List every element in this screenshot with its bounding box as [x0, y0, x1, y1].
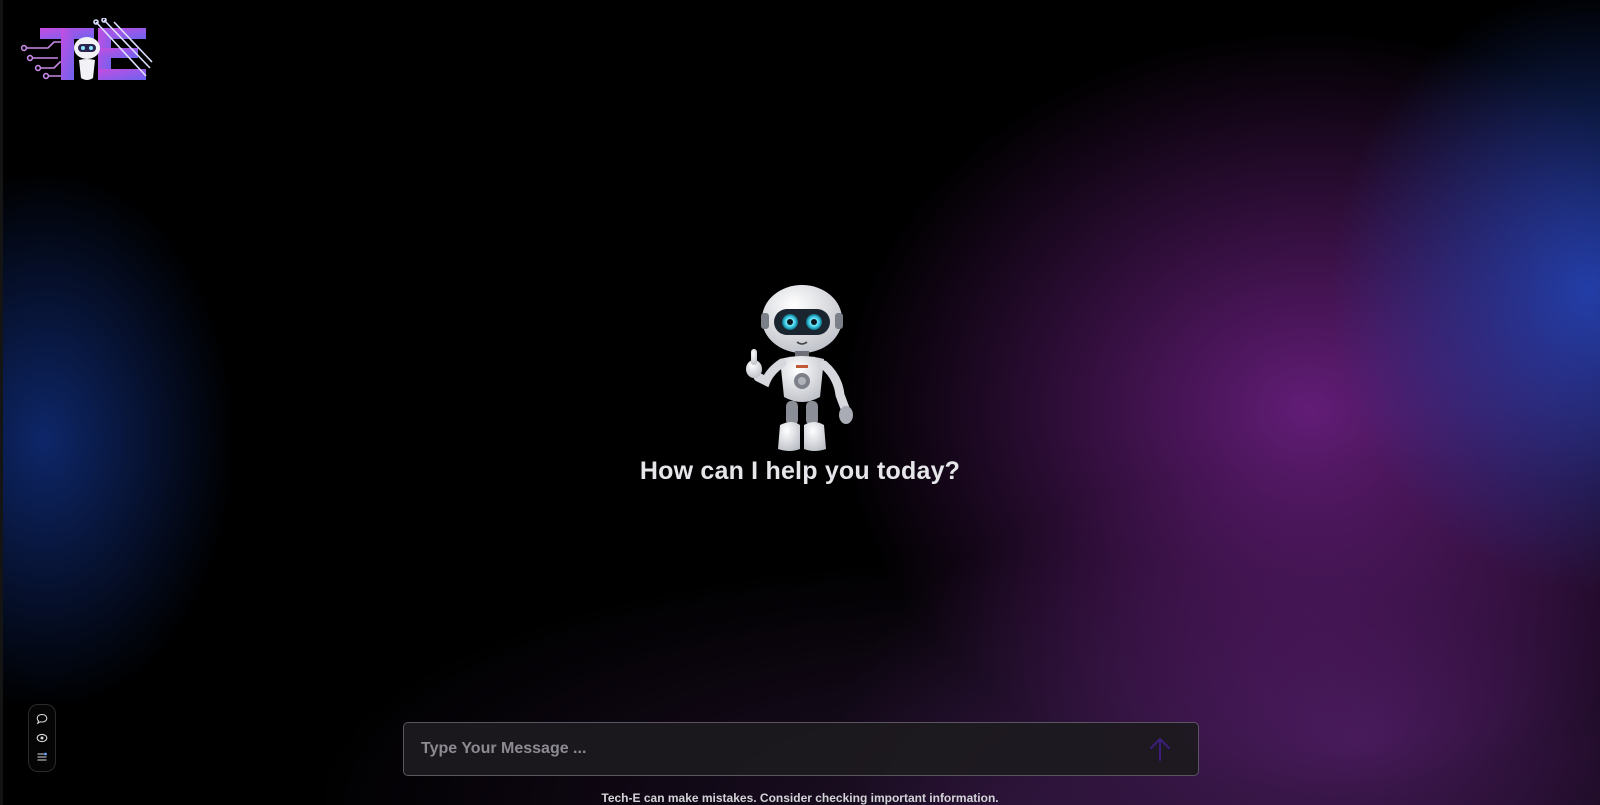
eye-icon — [36, 733, 48, 743]
view-toggle-button[interactable] — [34, 730, 50, 746]
app-background: How can I help you today? Type Your Mess… — [0, 0, 1600, 805]
robot-thumbs-up-icon — [746, 285, 853, 451]
side-toolbar — [28, 704, 56, 772]
tech-e-logo[interactable] — [18, 17, 154, 88]
welcome-headline: How can I help you today? — [639, 457, 961, 485]
new-chat-button[interactable] — [34, 711, 50, 727]
chat-bubble-icon — [36, 713, 48, 725]
sliders-icon — [37, 752, 47, 761]
send-button[interactable] — [1140, 729, 1180, 769]
arrow-up-icon — [1150, 738, 1170, 761]
logo-graphic — [20, 17, 153, 80]
message-composer — [403, 722, 1199, 776]
welcome-hero: How can I help you today? — [0, 285, 1600, 486]
settings-button[interactable] — [34, 749, 50, 765]
message-input[interactable] — [404, 723, 1140, 775]
disclaimer-text: Tech-E can make mistakes. Consider check… — [601, 791, 999, 805]
